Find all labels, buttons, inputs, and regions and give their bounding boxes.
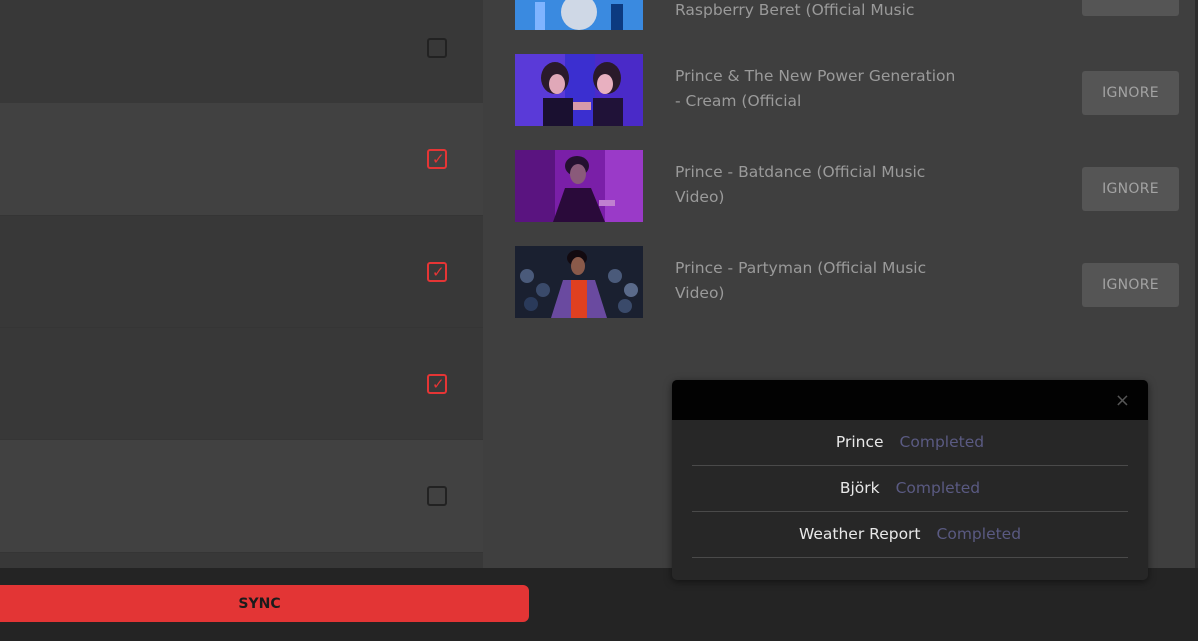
video-item: Prince - Batdance (Official Music Video)… [515, 150, 1195, 222]
ignore-button[interactable]: IGNORE [1082, 167, 1179, 211]
artist-name: Weather Report [798, 525, 921, 543]
list-item[interactable] [0, 440, 483, 553]
list-item[interactable] [0, 103, 483, 216]
list-item[interactable] [0, 328, 483, 440]
app-root: Raspberry Beret (Official Music IGNORE [0, 0, 1198, 641]
row-checkbox[interactable] [427, 486, 447, 506]
status-text: Completed [895, 479, 981, 497]
video-item: Prince - Partyman (Official Music Video)… [515, 246, 1195, 318]
close-icon[interactable]: × [1109, 389, 1136, 413]
ignore-button[interactable]: IGNORE [1082, 0, 1179, 16]
row-checkbox[interactable] [427, 38, 447, 58]
status-row: Weather Report Completed [692, 512, 1128, 558]
row-checkbox-checked[interactable] [427, 262, 447, 282]
artist-list [0, 0, 483, 568]
ignore-button[interactable]: IGNORE [1082, 263, 1179, 307]
list-item[interactable] [0, 0, 483, 104]
video-title: Prince - Batdance (Official Music Video) [675, 163, 926, 206]
status-text: Completed [899, 433, 985, 451]
status-text: Completed [936, 525, 1022, 543]
video-thumbnail [515, 0, 643, 30]
row-checkbox-checked[interactable] [427, 149, 447, 169]
video-item: Raspberry Beret (Official Music IGNORE [515, 0, 1195, 30]
artist-name: Björk [839, 479, 880, 497]
video-thumbnail [515, 246, 643, 318]
popup-header: × [672, 380, 1148, 420]
list-item[interactable] [0, 216, 483, 328]
video-title: Prince & The New Power Generation - Crea… [675, 67, 956, 110]
video-title: Raspberry Beret (Official Music [675, 1, 915, 19]
sync-button[interactable]: SYNC [0, 585, 529, 622]
video-thumbnail [515, 150, 643, 222]
status-row: Prince Completed [692, 420, 1128, 466]
video-thumbnail [515, 54, 643, 126]
ignore-button[interactable]: IGNORE [1082, 71, 1179, 115]
row-checkbox-checked[interactable] [427, 374, 447, 394]
list-item [0, 553, 483, 568]
video-item: Prince & The New Power Generation - Crea… [515, 54, 1195, 126]
status-row: Björk Completed [692, 466, 1128, 512]
artist-name: Prince [835, 433, 884, 451]
video-title: Prince - Partyman (Official Music Video) [675, 259, 927, 302]
sync-status-popup: × Prince Completed Björk Completed Weather… [672, 380, 1148, 580]
